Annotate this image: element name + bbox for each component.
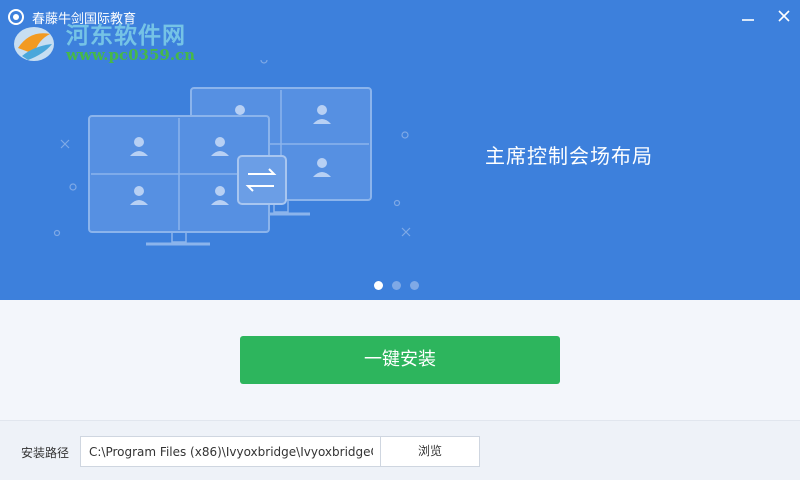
one-click-install-button[interactable]: 一键安装 (240, 336, 560, 384)
banner: 春藤牛剑国际教育 河东软件网 www.pc0359.cn 主席控制会场布局 (0, 0, 800, 300)
minimize-button[interactable] (736, 4, 760, 28)
install-path-bar: 安装路径 浏览 (0, 420, 800, 480)
carousel-dot-1[interactable] (374, 281, 383, 290)
install-path-label: 安装路径 (21, 446, 70, 460)
close-icon (778, 10, 790, 22)
browse-button[interactable]: 浏览 (380, 436, 480, 467)
carousel-dot-2[interactable] (392, 281, 401, 290)
carousel-indicators (374, 281, 434, 291)
conference-monitors-illustration (53, 60, 411, 246)
minimize-icon (742, 19, 754, 21)
close-button[interactable] (772, 4, 796, 28)
install-path-input[interactable] (80, 436, 382, 467)
feature-slogan: 主席控制会场布局 (485, 144, 653, 168)
carousel-dot-3[interactable] (410, 281, 419, 290)
watermark-site-name: 河东软件网 (66, 23, 186, 49)
